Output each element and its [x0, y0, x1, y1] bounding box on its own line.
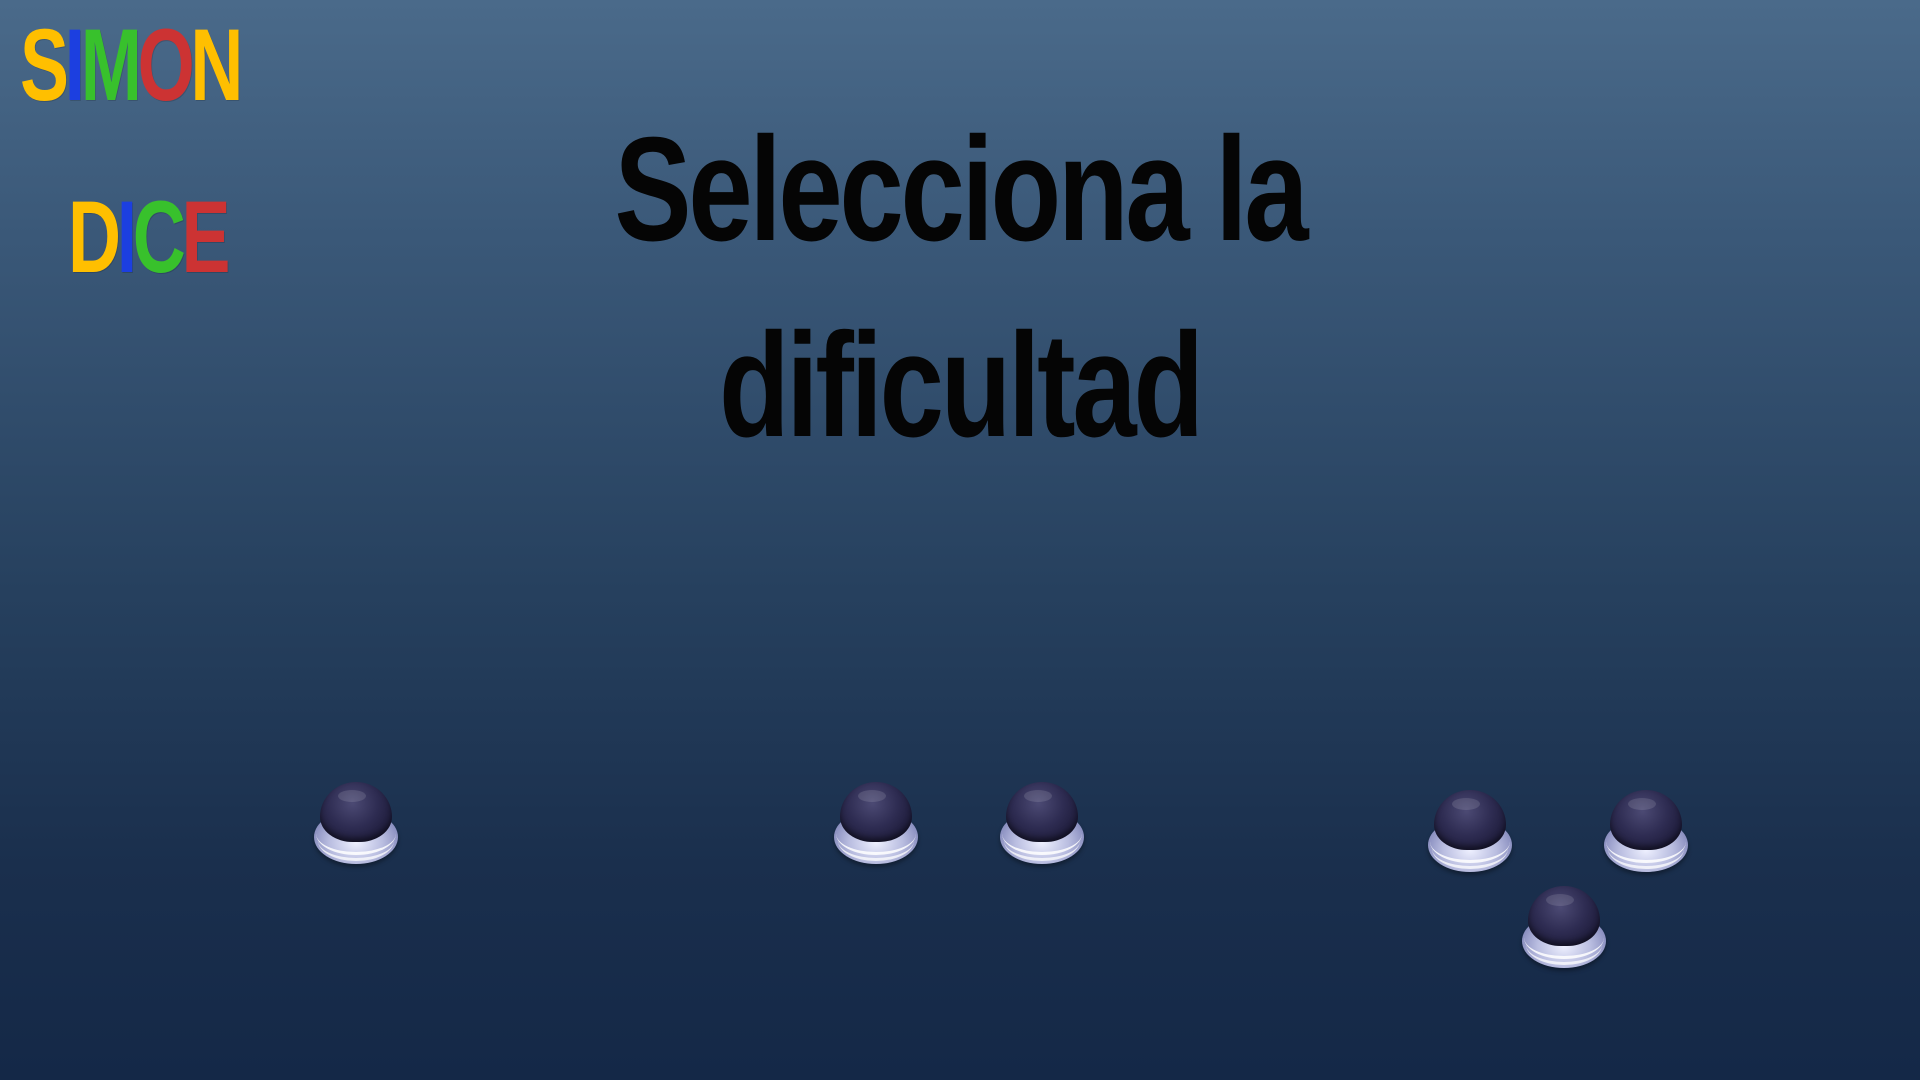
difficulty-option-three-buttons[interactable] — [1428, 790, 1688, 970]
difficulty-button[interactable] — [1428, 790, 1512, 874]
logo-line-simon: S I M O N — [20, 8, 243, 122]
difficulty-option-two-buttons[interactable] — [834, 782, 1084, 866]
title-line-1: Selecciona la — [614, 107, 1309, 272]
simon-dice-logo: S I M O N D I C E — [20, 14, 340, 314]
page-title: Selecciona la dificultad — [410, 92, 1510, 484]
logo-letter: N — [190, 8, 243, 122]
logo-letter: C — [132, 180, 186, 294]
difficulty-button[interactable] — [834, 782, 918, 866]
difficulty-button[interactable] — [1000, 782, 1084, 866]
logo-letter: S — [20, 8, 69, 122]
logo-letter: I — [116, 180, 137, 294]
difficulty-button[interactable] — [1604, 790, 1688, 874]
title-line-2: dificultad — [719, 303, 1204, 468]
logo-letter: M — [80, 8, 142, 122]
logo-line-dice: D I C E — [68, 180, 231, 294]
difficulty-option-one-button[interactable] — [314, 782, 398, 866]
logo-letter: E — [181, 180, 231, 294]
difficulty-button[interactable] — [314, 782, 398, 866]
logo-letter: D — [68, 180, 121, 294]
logo-letter: I — [64, 8, 85, 122]
difficulty-button[interactable] — [1522, 886, 1606, 970]
logo-letter: O — [137, 8, 195, 122]
